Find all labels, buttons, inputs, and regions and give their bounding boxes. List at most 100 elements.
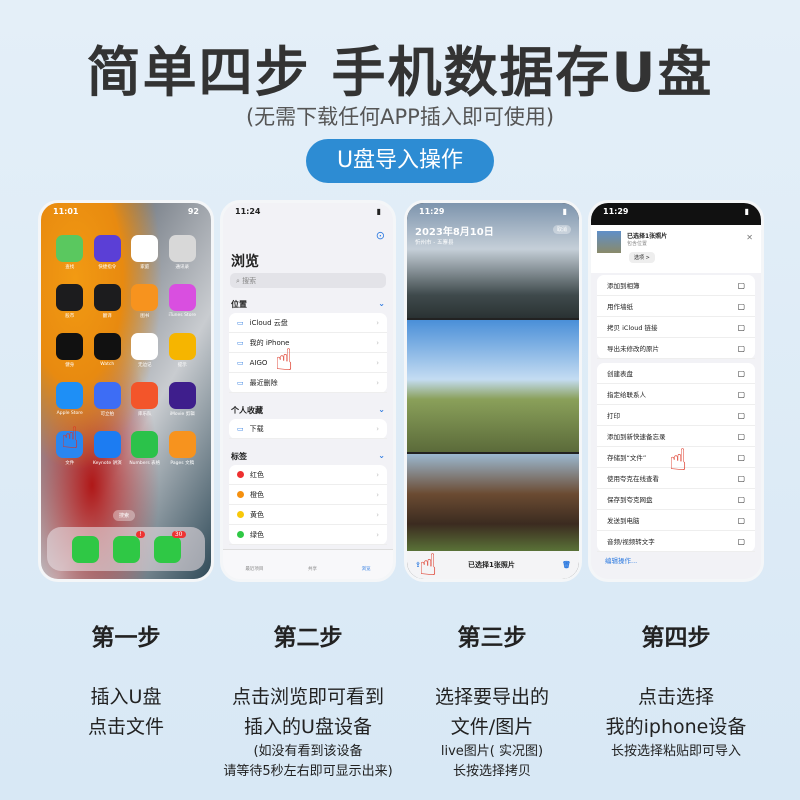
section-header[interactable]: 标签 ⌄ bbox=[231, 451, 385, 462]
photo-horses-field[interactable] bbox=[407, 320, 579, 452]
options-button[interactable]: 选项 > bbox=[629, 252, 655, 263]
spotlight-search[interactable]: 搜索 bbox=[113, 510, 136, 521]
share-action[interactable]: 音频/视频转文字 ▢ bbox=[597, 531, 755, 552]
share-action[interactable]: 发送到电脑 ▢ bbox=[597, 510, 755, 531]
photo-horse-closeup[interactable] bbox=[407, 454, 579, 554]
app-icon-image bbox=[168, 382, 196, 409]
app-icon-image bbox=[93, 284, 121, 311]
app-icon[interactable]: 可立拍 bbox=[89, 382, 127, 417]
phone-files-browse: 11:24 ▮ ⊙ 浏览 ⌕ 搜索 位置 ⌄ ▭ iCloud 云盘 › ▭ 我的 iPhon… bbox=[220, 200, 396, 582]
step-note: 长按选择粘贴即可导入 bbox=[610, 744, 741, 759]
app-icon-image bbox=[56, 235, 84, 262]
app-icon[interactable]: 翻译 bbox=[89, 284, 127, 319]
app-label: 家庭 bbox=[140, 265, 150, 270]
app-icon[interactable]: 查找 bbox=[51, 235, 89, 270]
step-note: (如没有看到该设备 bbox=[253, 744, 363, 759]
location-icon: ▭ bbox=[237, 424, 244, 433]
battery-icon: ▮ bbox=[376, 207, 381, 216]
chevron-down-icon[interactable]: ⌄ bbox=[378, 299, 385, 310]
share-action[interactable]: 导出未修改的原片 ▢ bbox=[597, 338, 755, 359]
app-icon[interactable]: Numbers 表格 bbox=[126, 431, 164, 466]
app-icon[interactable]: Watch bbox=[89, 333, 127, 368]
cancel-button[interactable]: 取消 bbox=[552, 225, 571, 234]
action-icon: ▢ bbox=[737, 280, 745, 290]
photo-mountain[interactable] bbox=[407, 203, 579, 318]
list-item[interactable]: ▭ AIGO › bbox=[229, 353, 387, 373]
app-icon-image bbox=[131, 431, 159, 458]
usb-import-button[interactable]: U盘导入操作 bbox=[306, 139, 494, 183]
app-label: Watch bbox=[100, 362, 115, 367]
app-icon[interactable]: 图书 bbox=[126, 284, 164, 319]
list-item[interactable]: 黄色 › bbox=[229, 505, 387, 525]
list-item[interactable]: ▭ 下载 › bbox=[229, 419, 387, 439]
tab-shared[interactable]: 共享 bbox=[308, 566, 317, 579]
share-action[interactable]: 打印 ▢ bbox=[597, 405, 755, 426]
tab-recents[interactable]: 最近项目 bbox=[245, 566, 263, 579]
app-icon[interactable]: iTunes Store bbox=[164, 284, 202, 319]
section-header[interactable]: 位置 ⌄ bbox=[231, 299, 385, 310]
app-icon[interactable]: iMovie 剪辑 bbox=[164, 382, 202, 417]
share-action[interactable]: 保存到夸克网盘 ▢ bbox=[597, 489, 755, 510]
section-title: 个人收藏 bbox=[231, 406, 263, 415]
location-icon: ▭ bbox=[237, 318, 244, 327]
edit-actions-link[interactable]: 编辑操作... bbox=[605, 555, 637, 565]
app-label: 无边记 bbox=[138, 363, 152, 368]
list-item[interactable]: ▭ iCloud 云盘 › bbox=[229, 313, 387, 333]
app-icon[interactable]: Keynote 讲演 bbox=[89, 431, 127, 466]
app-label: 库乐队 bbox=[138, 412, 152, 417]
messages-app-icon[interactable]: ! bbox=[112, 530, 145, 563]
badge: 30 bbox=[171, 530, 186, 538]
search-input[interactable]: ⌕ 搜索 bbox=[230, 273, 386, 288]
tag-color-icon bbox=[237, 511, 244, 518]
more-icon[interactable]: ⊙ bbox=[376, 229, 385, 242]
app-label: iTunes Store bbox=[168, 313, 196, 318]
app-icon[interactable]: 提示 bbox=[164, 333, 202, 368]
app-icon[interactable]: 无边记 bbox=[126, 333, 164, 368]
app-icon[interactable]: Apple Store bbox=[51, 382, 89, 417]
step-description: 点击选择 我的iphone设备 长按选择粘贴即可导入 bbox=[581, 682, 771, 762]
phone-photos: 11:29 ▮ 2023年8月10日 忻州市 - 五寨县 取消 ⇪ 已选择1张照片… bbox=[404, 200, 582, 582]
action-icon: ▢ bbox=[737, 452, 745, 462]
action-icon: ▢ bbox=[737, 410, 745, 420]
chevron-right-icon: › bbox=[376, 338, 379, 347]
app-icon[interactable]: 股市 bbox=[51, 284, 89, 319]
share-action[interactable]: 指定给联系人 ▢ bbox=[597, 384, 755, 405]
app-label: 查找 bbox=[65, 265, 75, 270]
chevron-down-icon[interactable]: ⌄ bbox=[378, 405, 385, 416]
list-item[interactable]: ▭ 我的 iPhone › bbox=[229, 333, 387, 353]
app-label: 翻译 bbox=[102, 314, 112, 319]
app-icon-image bbox=[56, 284, 84, 311]
location-icon: ▭ bbox=[237, 338, 244, 347]
wechat-app-icon[interactable]: 30 bbox=[153, 530, 186, 563]
list-item[interactable]: ▭ 最近删除 › bbox=[229, 373, 387, 393]
section-header[interactable]: 个人收藏 ⌄ bbox=[231, 405, 385, 416]
share-action[interactable]: 创建表盘 ▢ bbox=[597, 363, 755, 384]
chevron-down-icon[interactable]: ⌄ bbox=[378, 451, 385, 462]
app-label: Apple Store bbox=[56, 411, 83, 416]
phone-app-icon[interactable] bbox=[71, 535, 99, 563]
tab-browse[interactable]: 浏览 bbox=[362, 566, 371, 579]
share-action[interactable]: 添加到相簿 ▢ bbox=[597, 275, 755, 296]
share-action[interactable]: 拷贝 iCloud 链接 ▢ bbox=[597, 317, 755, 338]
list-item[interactable]: 绿色 › bbox=[229, 525, 387, 545]
status-time: 11:29 bbox=[419, 207, 445, 216]
step-title: 第一步 bbox=[91, 625, 161, 651]
close-icon[interactable]: ✕ bbox=[746, 233, 753, 242]
app-icon[interactable]: Pages 文稿 bbox=[164, 431, 202, 466]
app-label: Numbers 表格 bbox=[129, 461, 161, 466]
status-time: 11:29 bbox=[603, 207, 629, 216]
list-item[interactable]: 红色 › bbox=[229, 465, 387, 485]
app-icon[interactable]: 健身 bbox=[51, 333, 89, 368]
app-icon[interactable]: 通讯录 bbox=[164, 235, 202, 270]
delete-icon[interactable]: 🗑 bbox=[562, 561, 571, 569]
app-icon-image bbox=[168, 333, 196, 360]
share-action[interactable]: 用作墙纸 ▢ bbox=[597, 296, 755, 317]
app-icon-image bbox=[131, 284, 159, 311]
action-icon: ▢ bbox=[737, 389, 745, 399]
app-icon[interactable]: 库乐队 bbox=[126, 382, 164, 417]
app-icon[interactable]: 家庭 bbox=[126, 235, 164, 270]
list-item[interactable]: 橙色 › bbox=[229, 485, 387, 505]
battery-icon: ▮ bbox=[744, 207, 749, 216]
action-icon: ▢ bbox=[737, 515, 745, 525]
app-icon[interactable]: 快捷指令 bbox=[89, 235, 127, 270]
